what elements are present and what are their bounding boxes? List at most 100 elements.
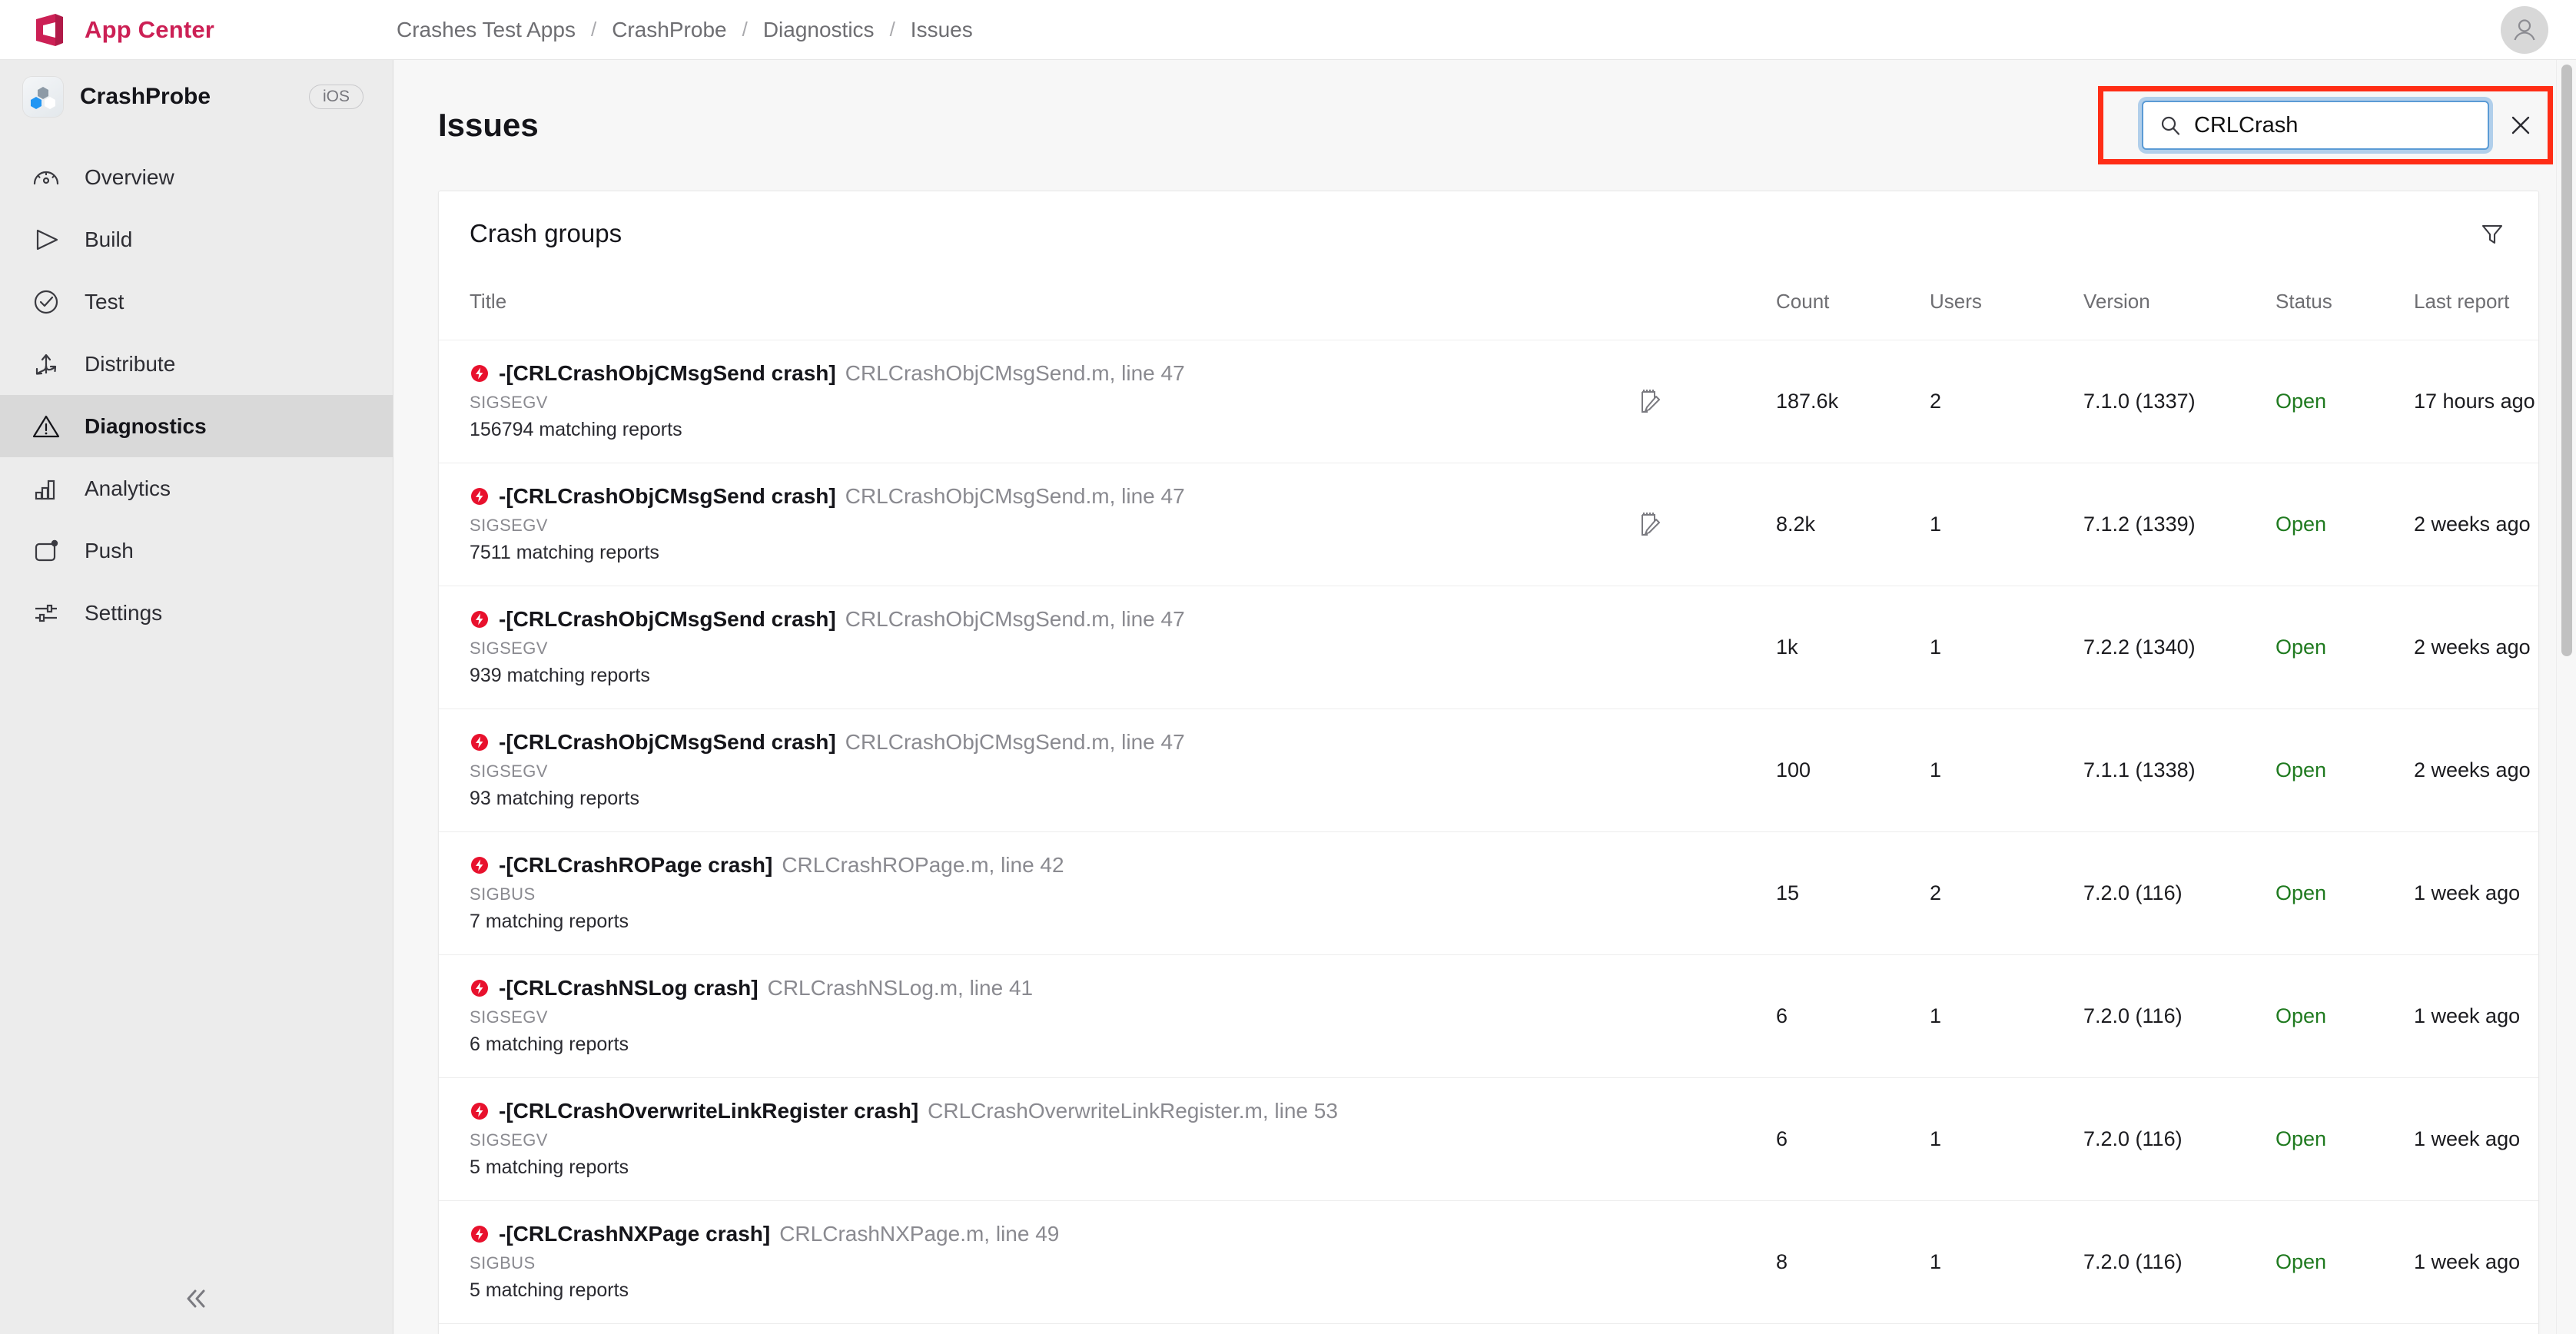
cell-count: 15 xyxy=(1776,881,1800,904)
cell-version: 7.2.2 (1340) xyxy=(2083,635,2196,659)
cell-count: 100 xyxy=(1776,758,1811,781)
row-title-bold: -[CRLCrashNSLog crash] xyxy=(499,976,759,1000)
column-header-note xyxy=(1638,276,1776,340)
column-header-version[interactable]: Version xyxy=(2083,276,2276,340)
table-row[interactable]: -[CRLCrashObjCMsgSend crash] CRLCrashObj… xyxy=(439,340,2538,463)
table-row[interactable]: -[CRLCrashOverwriteLinkRegister crash] C… xyxy=(439,1078,2538,1201)
table-row[interactable]: -[CRLCrashNSLog crash] CRLCrashNSLog.m, … xyxy=(439,955,2538,1078)
sidebar-item-build[interactable]: Build xyxy=(0,208,393,270)
cell-title[interactable]: -[CRLCrashOverwriteLinkRegister crash] C… xyxy=(439,1078,1638,1201)
avatar[interactable] xyxy=(2501,5,2548,54)
cell-count: 6 xyxy=(1776,1004,1788,1027)
sidebar-app-header[interactable]: CrashProbe iOS xyxy=(0,60,393,134)
cell-title[interactable]: -[CRLCrashObjCMsgSend crash] CRLCrashObj… xyxy=(439,709,1638,832)
cell-version: 7.2.0 (116) xyxy=(2083,1250,2183,1273)
crash-marker-icon xyxy=(470,363,490,383)
sidebar-item-label: Test xyxy=(85,289,124,314)
cell-title[interactable]: -[CRLCrashNXPage crash] CRLCrashNXPage.m… xyxy=(439,1201,1638,1324)
sidebar-item-label: Push xyxy=(85,538,134,562)
table-row[interactable]: -[CRLCrashObjCMsgSend crash] CRLCrashObj… xyxy=(439,586,2538,709)
user-avatar-icon xyxy=(2514,18,2535,40)
sidebar-collapse-button[interactable] xyxy=(0,1280,393,1317)
brand-area[interactable]: App Center xyxy=(0,0,393,60)
search-input-value: CRLCrash xyxy=(2194,114,2299,137)
row-title-bold: -[CRLCrashObjCMsgSend crash] xyxy=(499,730,836,755)
row-title-bold: -[CRLCrashOverwriteLinkRegister crash] xyxy=(499,1099,919,1123)
breadcrumb-item-2[interactable]: Diagnostics xyxy=(760,18,878,42)
status-badge: Open xyxy=(2276,881,2327,904)
cell-count: 6 xyxy=(1776,1127,1788,1150)
cell-title[interactable]: -[CRLCrashObjCMsgSend crash] CRLCrashObj… xyxy=(439,586,1638,709)
column-header-users[interactable]: Users xyxy=(1930,276,2083,340)
cell-title[interactable]: -[CRLCrashObjCMsgSend crash] CRLCrashObj… xyxy=(439,340,1638,463)
row-title-line: -[CRLCrashObjCMsgSend crash] CRLCrashObj… xyxy=(470,361,1638,386)
cell-note xyxy=(1638,340,1776,463)
crash-marker-icon xyxy=(470,609,490,629)
column-header-status[interactable]: Status xyxy=(2276,276,2414,340)
play-icon xyxy=(36,229,58,250)
table-row[interactable]: -[CRLCrashObjCMsgSend crash] CRLCrashObj… xyxy=(439,463,2538,586)
row-signal: SIGSEGV xyxy=(470,1130,548,1150)
column-header-count[interactable]: Count xyxy=(1776,276,1930,340)
table-row[interactable]: -[CRLCrashROPage crash] CRLCrashROPage.m… xyxy=(439,832,2538,955)
sidebar-item-settings[interactable]: Settings xyxy=(0,582,393,644)
cell-note xyxy=(1638,955,1776,1078)
row-signal: SIGSEGV xyxy=(470,761,548,781)
cell-note xyxy=(1638,832,1776,955)
row-title-bold: -[CRLCrashObjCMsgSend crash] xyxy=(499,361,836,386)
note-pencil-icon[interactable] xyxy=(1638,510,1776,539)
sidebar-item-diagnostics[interactable]: Diagnostics xyxy=(0,395,393,457)
gauge-icon xyxy=(33,171,59,184)
sidebar-item-analytics[interactable]: Analytics xyxy=(0,457,393,519)
cell-title[interactable]: -[CRLCrashNSLog crash] CRLCrashNSLog.m, … xyxy=(439,955,1638,1078)
sidebar-item-label: Settings xyxy=(85,600,163,625)
note-pencil-icon[interactable] xyxy=(1638,387,1776,416)
search-clear-button[interactable] xyxy=(2506,111,2535,140)
sidebar-item-overview[interactable]: Overview xyxy=(0,146,393,208)
cell-title[interactable]: -[CRLCrashObjCMsgSend crash] CRLCrashObj… xyxy=(439,463,1638,586)
column-header-last-report[interactable]: Last report xyxy=(2414,276,2538,340)
page-header: Issues CRLCrash xyxy=(393,60,2576,191)
sidebar-item-push[interactable]: Push xyxy=(0,519,393,582)
cell-count: 8 xyxy=(1776,1250,1788,1273)
cell-last-report: 2 weeks ago xyxy=(2414,758,2531,781)
row-title-line: -[CRLCrashROPage crash] CRLCrashROPage.m… xyxy=(470,853,1638,878)
row-title-file: CRLCrashNSLog.m, line 41 xyxy=(767,976,1034,1000)
cell-users: 1 xyxy=(1930,635,1942,659)
search-icon xyxy=(2161,116,2180,135)
breadcrumb-item-0[interactable]: Crashes Test Apps xyxy=(393,18,579,42)
account-menu[interactable] xyxy=(2501,5,2548,54)
cell-version: 7.1.1 (1338) xyxy=(2083,758,2196,781)
table-row[interactable]: -[CRLCrashNXPage crash] CRLCrashNXPage.m… xyxy=(439,1201,2538,1324)
filter-button[interactable] xyxy=(2478,220,2506,247)
row-title-file: CRLCrashObjCMsgSend.m, line 47 xyxy=(845,484,1185,509)
page-title: Issues xyxy=(438,107,539,143)
bar-chart-icon xyxy=(35,480,55,499)
crash-marker-icon xyxy=(470,1101,490,1121)
status-badge: Open xyxy=(2276,1127,2327,1150)
table-row[interactable]: -[CRLCrashObjCMsgSend crash] CRLCrashObj… xyxy=(439,709,2538,832)
sidebar-item-test[interactable]: Test xyxy=(0,270,393,333)
cell-note xyxy=(1638,1078,1776,1201)
row-signal: SIGBUS xyxy=(470,884,536,904)
breadcrumb-separator: / xyxy=(590,18,597,41)
breadcrumb-item-3[interactable]: Issues xyxy=(908,18,976,42)
crash-marker-icon xyxy=(470,1224,490,1244)
cell-title[interactable]: -[CRLCrashROPage crash] CRLCrashROPage.m… xyxy=(439,832,1638,955)
row-title-line: -[CRLCrashObjCMsgSend crash] CRLCrashObj… xyxy=(470,607,1638,632)
page-scrollbar[interactable] xyxy=(2556,60,2576,1334)
cell-count: 187.6k xyxy=(1776,390,1839,413)
breadcrumb-item-1[interactable]: CrashProbe xyxy=(609,18,729,42)
search-input[interactable]: CRLCrash xyxy=(2142,101,2489,150)
row-reports: 7 matching reports xyxy=(470,910,629,932)
sidebar-nav: Overview Build Test Distribute Diagnosti… xyxy=(0,146,393,644)
page-scrollbar-thumb[interactable] xyxy=(2561,65,2572,656)
sliders-icon xyxy=(35,604,57,622)
close-icon xyxy=(2511,116,2530,134)
cell-note xyxy=(1638,586,1776,709)
cell-last-report: 1 week ago xyxy=(2414,1004,2521,1027)
sidebar-item-distribute[interactable]: Distribute xyxy=(0,333,393,395)
row-signal: SIGSEGV xyxy=(470,638,548,658)
warning-triangle-icon xyxy=(32,415,60,437)
column-header-title[interactable]: Title xyxy=(439,276,1638,340)
